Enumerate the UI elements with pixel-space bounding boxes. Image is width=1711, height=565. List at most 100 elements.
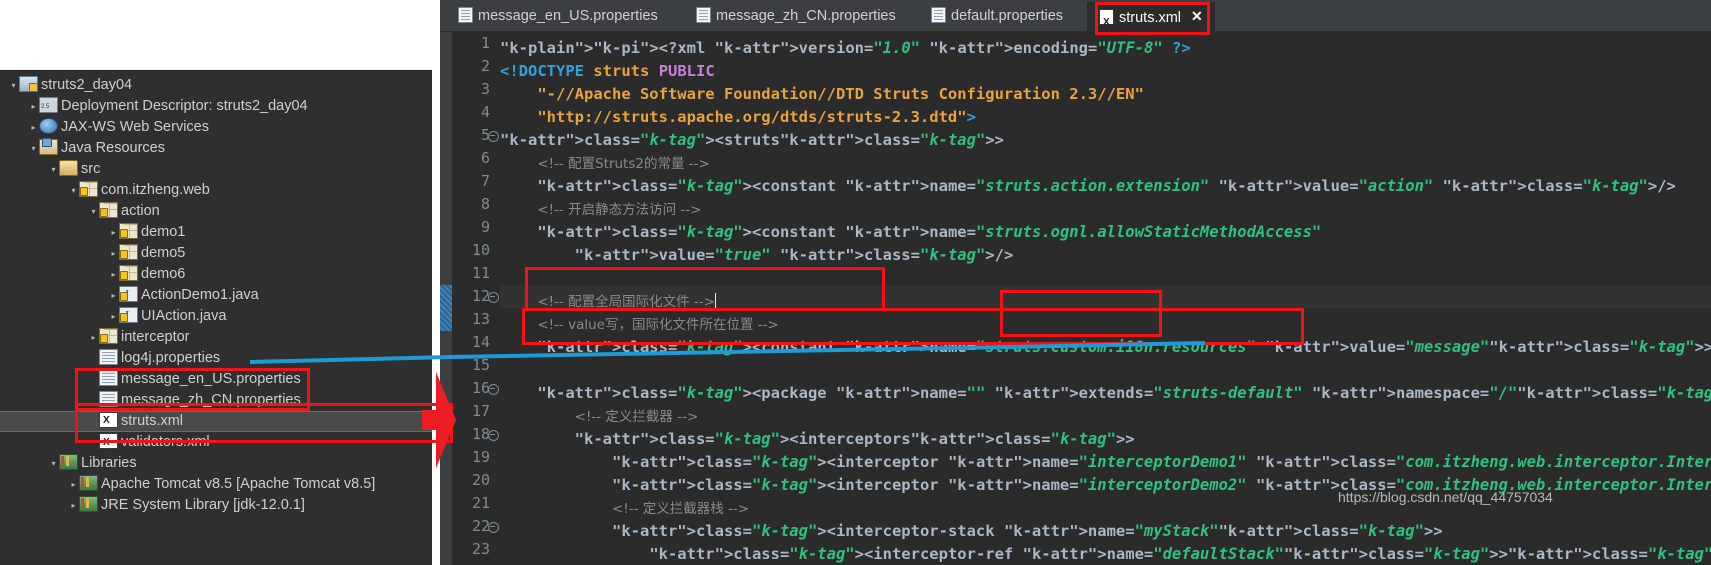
line-number: 13: [471, 310, 490, 328]
screenshot-root: struts2_day04 Deployment Descriptor: stru…: [0, 0, 1711, 565]
tree-twisty-closed-icon[interactable]: [108, 264, 119, 285]
tree-twisty-open-icon[interactable]: [68, 180, 79, 201]
tree-item-interceptor[interactable]: interceptor: [0, 327, 432, 348]
line-number: 7: [480, 172, 490, 190]
tree-item-deployment-descriptor-struts2-day04[interactable]: Deployment Descriptor: struts2_day04: [0, 96, 432, 118]
editor-tab-label: message_zh_CN.properties: [716, 8, 896, 24]
code-fold-toggle-icon[interactable]: [488, 522, 499, 533]
line-number: 2: [480, 57, 490, 75]
tree-item-message-zh-cn-properties[interactable]: message_zh_CN.properties: [0, 390, 432, 411]
tree-item-label: Libraries: [81, 455, 137, 471]
line-number: 17: [471, 402, 490, 420]
line-number: 3: [480, 80, 490, 98]
line-number: 8: [480, 195, 490, 213]
tree-item-label: JRE System Library: [101, 497, 234, 513]
properties-file-icon: [99, 349, 118, 366]
project-explorer-panel: struts2_day04 Deployment Descriptor: stru…: [0, 70, 432, 565]
code-line: "http://struts.apache.org/dtds/struts-2.…: [537, 108, 976, 126]
package-icon: [119, 265, 138, 282]
tree-item-label: message_en_US.properties: [121, 371, 301, 387]
editor-tab-message-en-us-properties[interactable]: message_en_US.properties: [446, 2, 670, 31]
code-line: <!-- 配置Struts2的常量 -->: [537, 156, 710, 172]
code-fold-toggle-icon[interactable]: [488, 292, 499, 303]
source-folder-icon: [59, 160, 78, 177]
tree-item-demo1[interactable]: demo1: [0, 222, 432, 243]
tree-item-action[interactable]: action: [0, 201, 432, 222]
tree-item-demo6[interactable]: demo6: [0, 264, 432, 285]
code-line: <!-- 定义拦截器栈 -->: [611, 501, 750, 517]
close-icon[interactable]: ✕: [1191, 2, 1203, 31]
code-line: <!-- 配置全局国际化文件 -->: [537, 293, 716, 310]
tree-item-jre-system-library[interactable]: JRE System Library [jdk-12.0.1]: [0, 495, 432, 516]
tree-item-struts2-day04[interactable]: struts2_day04: [0, 75, 432, 96]
line-number: 10: [471, 241, 490, 259]
editor-tab-default-properties[interactable]: default.properties: [919, 2, 1076, 31]
tree-item-label: src: [81, 161, 101, 177]
tree-twisty-open-icon[interactable]: [48, 159, 59, 180]
editor-tab-struts-xml[interactable]: struts.xml ✕: [1087, 2, 1215, 37]
tree-twisty-closed-icon[interactable]: [108, 306, 119, 327]
tree-twisty-closed-icon[interactable]: [28, 117, 39, 138]
tree-item-suffix: [jdk-12.0.1]: [233, 497, 305, 513]
project-tree[interactable]: struts2_day04 Deployment Descriptor: stru…: [0, 71, 432, 516]
tree-item-actiondemo1-java[interactable]: ActionDemo1.java: [0, 284, 432, 306]
tree-item-jax-ws-web-services[interactable]: JAX-WS Web Services: [0, 117, 432, 138]
code-fold-toggle-icon[interactable]: [488, 384, 499, 395]
line-number: 14: [471, 333, 490, 351]
tree-item-libraries[interactable]: Libraries: [0, 453, 432, 474]
properties-file-icon: [696, 7, 711, 23]
tree-twisty-closed-icon[interactable]: [68, 474, 79, 495]
line-number: 20: [471, 471, 490, 489]
tree-item-message-en-us-properties[interactable]: message_en_US.properties: [0, 369, 432, 390]
tree-twisty-closed-icon[interactable]: [88, 327, 99, 348]
tree-item-label: UIAction.java: [141, 308, 227, 324]
properties-file-icon: [458, 7, 473, 23]
code-line: "k-attr">class="k-tag"><constant "k-attr…: [537, 177, 1676, 195]
editor-tab-message-zh-cn-properties[interactable]: message_zh_CN.properties: [684, 2, 908, 31]
tree-twisty-open-icon[interactable]: [8, 75, 19, 96]
tree-twisty-closed-icon[interactable]: [28, 96, 39, 117]
code-editor[interactable]: 1 2 3 4 5 6 7 8 9 10 11 12 13 14 15 16 17 18 19 20 21 22 23 "k…: [440, 32, 1711, 565]
text-caret: [714, 293, 716, 309]
tree-item-java-resources[interactable]: Java Resources: [0, 138, 432, 159]
java-file-icon: [119, 284, 138, 305]
tree-twisty-closed-icon[interactable]: [108, 222, 119, 243]
package-icon: [79, 181, 98, 198]
package-icon: [99, 328, 118, 345]
tree-item-demo5[interactable]: demo5: [0, 243, 432, 264]
code-fold-toggle-icon[interactable]: [488, 430, 499, 441]
tree-item-uiaction-java[interactable]: UIAction.java: [0, 305, 432, 327]
tree-twisty-open-icon[interactable]: [48, 453, 59, 474]
code-line: "k-attr">class="k-tag"><package "k-attr"…: [537, 384, 1711, 402]
code-fold-toggle-icon[interactable]: [488, 131, 499, 142]
tree-item-label: action: [121, 203, 160, 219]
tree-item-label: Apache Tomcat v8.5 [Apache Tomcat v8.5]: [101, 476, 376, 492]
tree-item-log4j-properties[interactable]: log4j.properties: [0, 348, 432, 369]
line-number: 15: [471, 356, 490, 374]
line-number: 19: [471, 448, 490, 466]
tree-item-apache-tomcat-v8-5-apache-tomcat-v8-5[interactable]: Apache Tomcat v8.5 [Apache Tomcat v8.5]: [0, 474, 432, 495]
tree-item-struts-xml[interactable]: struts.xml: [0, 411, 432, 432]
tree-twisty-closed-icon[interactable]: [108, 285, 119, 306]
project-icon: [19, 76, 38, 93]
tree-twisty-open-icon[interactable]: [88, 201, 99, 222]
tree-twisty-closed-icon[interactable]: [108, 243, 119, 264]
code-text-area[interactable]: "k-plain">"k-pi"><?xml "k-attr">version=…: [500, 32, 1711, 565]
library-icon: [79, 475, 98, 492]
tree-twisty-open-icon[interactable]: [28, 138, 39, 159]
tree-twisty-closed-icon[interactable]: [68, 495, 79, 516]
tree-item-label: com.itzheng.web: [101, 182, 210, 198]
jaxws-icon: [39, 118, 58, 135]
tree-item-label: struts2_day04: [41, 77, 133, 93]
gutter-change-marker: [440, 285, 452, 331]
tree-item-label: demo6: [141, 266, 186, 282]
code-line: "k-attr">class="k-tag"><interceptor-ref …: [649, 545, 1711, 563]
tree-item-src[interactable]: src: [0, 159, 432, 180]
line-number: 1: [480, 34, 490, 52]
tree-item-com-itzheng-web[interactable]: com.itzheng.web: [0, 180, 432, 201]
java-file-icon: [119, 305, 138, 326]
tree-item-validators-xml[interactable]: validators.xml: [0, 432, 432, 453]
line-number: 6: [480, 149, 490, 167]
java-resources-icon: [39, 138, 58, 156]
properties-file-icon: [99, 391, 118, 408]
